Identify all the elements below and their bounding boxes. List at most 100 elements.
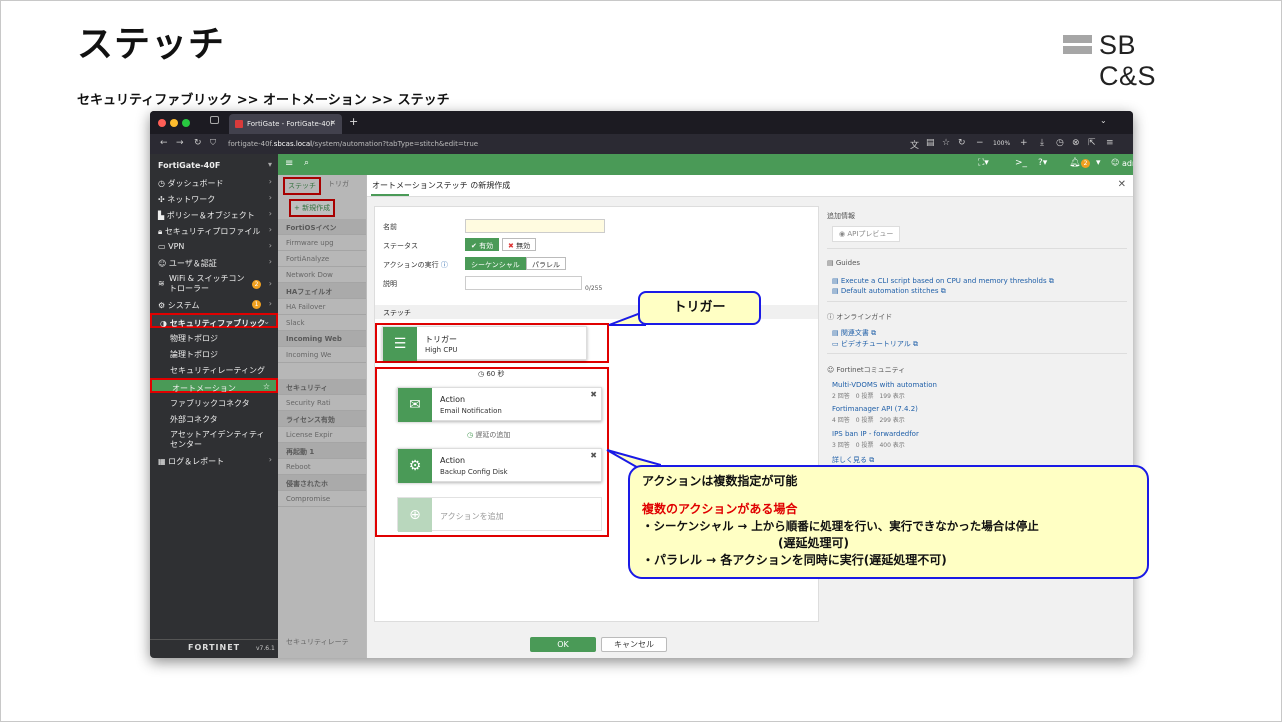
chevron-right-icon: › — [268, 225, 272, 234]
logo-text: SB C&S — [1099, 30, 1157, 91]
tab-overview-icon[interactable] — [210, 116, 219, 124]
favorite-star-icon[interactable]: ☆ — [263, 382, 270, 391]
download-icon[interactable]: ⤓ — [1040, 138, 1044, 148]
history-icon[interactable]: ◷ — [1056, 138, 1064, 148]
logo-bars-icon — [1063, 35, 1092, 57]
link-label: 関連文書 — [840, 329, 869, 337]
help-icon[interactable]: ?▾ — [1038, 158, 1047, 168]
sidebar-subitem-asset-identity[interactable]: アセットアイデンティティセンター — [150, 427, 278, 453]
reader-icon[interactable]: ▤ — [926, 138, 935, 148]
hamburger-icon[interactable]: ≡ — [285, 158, 293, 169]
new-tab-icon[interactable]: + — [349, 115, 358, 128]
sidebar-subitem-physical-topology[interactable]: 物理トポロジ — [150, 330, 278, 345]
reload-icon[interactable]: ↻ — [194, 138, 202, 148]
cancel-button[interactable]: キャンセル — [601, 637, 667, 652]
sidebar-subitem-automation[interactable]: オートメーション ☆ — [150, 378, 278, 393]
maximize-window-icon[interactable] — [182, 119, 190, 127]
info-icon[interactable]: ⓘ — [441, 261, 448, 269]
sidebar-subitem-fabric-connector[interactable]: ファブリックコネクタ — [150, 395, 278, 410]
status-enabled-toggle[interactable]: ✔ 有効 — [465, 238, 500, 251]
sidebar-item-wifi-switch[interactable]: WiFi & スイッチコントローラー 2 › ≋ — [150, 271, 278, 297]
guide-link-cli-script[interactable]: ▤ Execute a CLI script based on CPU and … — [832, 277, 1054, 286]
alert-chevron-icon[interactable]: ▾ — [1096, 158, 1101, 168]
minimize-window-icon[interactable] — [170, 119, 178, 127]
callout-line-highlight: 複数のアクションがある場合 — [642, 502, 798, 516]
action-card-email[interactable]: ✉ Action Email Notification ✖ — [397, 387, 602, 422]
status-disabled-toggle[interactable]: ✖ 無効 — [502, 238, 537, 251]
user-menu[interactable]: admin — [1122, 159, 1133, 168]
bell-icon[interactable]: 🔔︎ — [1069, 158, 1080, 168]
cli-console-icon[interactable]: >_ — [1015, 158, 1027, 168]
add-delay-button[interactable]: ◷ 遅延の追加 — [467, 430, 510, 440]
block-icon[interactable]: ⊗ — [1072, 138, 1080, 148]
url-field[interactable]: fortigate-40f.sbcas.local/system/automat… — [228, 140, 478, 148]
search-icon[interactable]: ⌕ — [304, 158, 309, 168]
sidebar-item-vpn[interactable]: ▭ VPN › — [150, 239, 278, 254]
tab-close-icon[interactable]: ✕ — [330, 119, 336, 127]
remove-action-icon[interactable]: ✖ — [590, 390, 597, 399]
name-input[interactable] — [465, 219, 605, 233]
api-preview-button[interactable]: ◉ APIプレビュー — [832, 226, 901, 242]
zoom-in-icon[interactable]: + — [1020, 138, 1028, 148]
menu-icon[interactable]: ≡ — [1106, 138, 1114, 148]
sidebar-item-network[interactable]: ✣ ネットワーク › — [150, 191, 278, 206]
delay-indicator[interactable]: ◷ 60 秒 — [478, 369, 504, 379]
tab-list-chevron-icon[interactable]: ⌄ — [1100, 116, 1107, 125]
trigger-title: トリガー — [425, 335, 457, 344]
bookmark-star-icon[interactable]: ☆ — [942, 138, 950, 148]
dialog-title: オートメーションステッチ の新規作成 — [372, 181, 511, 190]
remove-action-icon[interactable]: ✖ — [590, 451, 597, 460]
sidebar-subitem-logical-topology[interactable]: 論理トポロジ — [150, 346, 278, 361]
sidebar-item-dashboard[interactable]: ◷ ダッシュボード › — [150, 175, 278, 190]
community-post-link[interactable]: Fortimanager API (7.4.2) — [832, 405, 918, 413]
sidebar-item-label: セキュリティレーティング — [170, 366, 266, 375]
chevron-right-icon: › — [268, 241, 272, 250]
share-icon[interactable]: ⇱ — [1088, 138, 1096, 148]
device-selector[interactable]: FortiGate-40F ▾ — [150, 158, 278, 173]
sequential-button[interactable]: シーケンシャル — [465, 257, 526, 270]
refresh-icon[interactable]: ↻ — [958, 138, 966, 148]
sidebar-subitem-security-rating[interactable]: セキュリティレーティング — [150, 362, 278, 377]
guide-link-default-stitches[interactable]: ▤ Default automation stitches ⧉ — [832, 287, 946, 296]
related-docs-link[interactable]: ▤ 関連文書 ⧉ — [832, 328, 876, 338]
zoom-level[interactable]: 100% — [993, 140, 1010, 147]
sidebar-subitem-external-connector[interactable]: 外部コネクタ — [150, 411, 278, 426]
sidebar-item-label: アセットアイデンティティセンター — [170, 430, 265, 449]
sidebar-item-system[interactable]: ⚙ システム 1 › — [150, 297, 278, 312]
user-avatar-icon[interactable]: ☺ — [1111, 158, 1119, 167]
forward-icon[interactable]: → — [176, 138, 184, 148]
translate-icon[interactable]: 文 — [910, 138, 919, 151]
action-exec-label: アクションの実行 ⓘ — [383, 260, 448, 270]
network-tree-icon[interactable]: ⛶▾ — [978, 158, 989, 168]
fortigate-favicon-icon — [235, 120, 243, 128]
parallel-button[interactable]: パラレル — [526, 257, 566, 270]
ok-button[interactable]: OK — [530, 637, 596, 652]
shield-icon[interactable]: ⛉ — [210, 138, 216, 148]
sidebar-item-policy[interactable]: ▙ ポリシー＆オブジェクト › — [150, 207, 278, 222]
action-card-backup[interactable]: ⚙ Action Backup Config Disk ✖ — [397, 448, 602, 483]
video-tutorial-link[interactable]: ▭ ビデオチュートリアル ⧉ — [832, 339, 918, 349]
trigger-card[interactable]: ☰ トリガー High CPU — [382, 326, 587, 361]
description-textarea[interactable] — [465, 276, 582, 290]
sidebar-item-label: セキュリティファブリック — [169, 319, 266, 328]
close-icon[interactable]: ✕ — [1118, 179, 1126, 190]
back-icon[interactable]: ← — [160, 138, 168, 148]
add-action-card[interactable]: ⊕ アクションを追加 — [397, 497, 602, 532]
sidebar-item-security-fabric[interactable]: ◑ セキュリティファブリック ⌄ — [150, 313, 278, 328]
eye-icon: ◉ — [839, 230, 846, 238]
chevron-right-icon: › — [268, 193, 272, 202]
community-post-link[interactable]: IPS ban IP - forwardedfor — [832, 430, 919, 438]
sidebar-item-user-auth[interactable]: ☺ ユーザ＆認証 › — [150, 255, 278, 270]
sidebar-item-log-report[interactable]: ▦ ログ＆レポート › — [150, 453, 278, 468]
browser-tab[interactable]: FortiGate - FortiGate-40F ✕ — [229, 114, 342, 134]
clock-icon: ◷ — [478, 370, 485, 378]
zoom-out-icon[interactable]: − — [976, 138, 984, 148]
community-post-link[interactable]: Multi-VDOMS with automation — [832, 381, 937, 389]
community-label: Fortinetコミュニティ — [836, 366, 906, 374]
url-prefix: fortigate-40f. — [228, 140, 274, 148]
more-link[interactable]: 詳しく見る ⧉ — [832, 455, 874, 465]
close-window-icon[interactable] — [158, 119, 166, 127]
sidebar-item-label: WiFi & スイッチコントローラー — [169, 274, 245, 293]
sidebar-item-security-profile[interactable]: 🔒︎ セキュリティプロファイル › — [150, 223, 278, 238]
extra-info-heading: 追加情報 — [827, 212, 855, 220]
